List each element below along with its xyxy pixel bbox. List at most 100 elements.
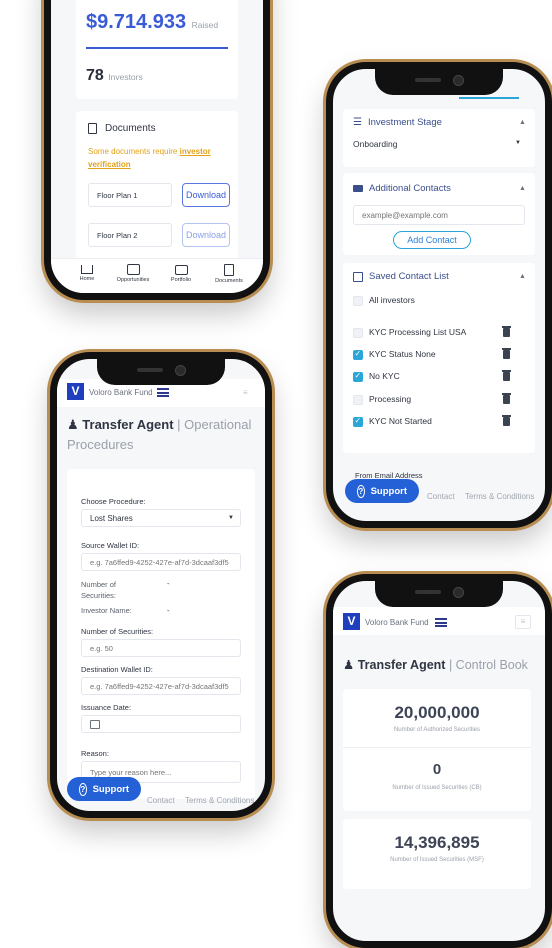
stat-value: 0 [432, 761, 442, 778]
nav-home-label: Home [79, 276, 95, 282]
stat-value: 14,396,895 [394, 833, 480, 852]
nav-portfolio[interactable]: Portfolio [163, 263, 199, 283]
procedure-form: Choose Procedure: Lost Shares ▼ Source W… [67, 469, 255, 799]
source-wallet-label: Source Wallet ID: [81, 541, 140, 550]
num-securities-readonly-value: - [167, 579, 170, 588]
bag-icon [126, 264, 140, 275]
stat-label: Number of Issued Securities (CB) [392, 785, 482, 791]
list-checkbox[interactable] [353, 296, 363, 306]
list-item-label: All investors [369, 295, 415, 305]
doc-name: Floor Plan 1 [88, 183, 172, 207]
nav-documents-label: Documents [215, 278, 243, 284]
stats-card: 20,000,000 Number of Authorized Securiti… [343, 689, 531, 811]
page-title: ♟ Transfer Agent | Operational Procedure… [67, 417, 252, 452]
list-item-label: No KYC [369, 371, 400, 381]
email-input[interactable] [353, 205, 525, 225]
add-contact-button[interactable]: Add Contact [393, 231, 471, 249]
calendar-icon [90, 719, 100, 729]
phone-notch [375, 581, 503, 607]
nav-portfolio-label: Portfolio [170, 277, 192, 283]
additional-contacts-title: Additional Contacts [353, 183, 451, 194]
nav-opportunities-label: Opportunities [116, 277, 150, 283]
support-button[interactable]: ? Support [345, 479, 419, 503]
investors-count: 78 Investors [86, 67, 143, 84]
stat-label: Number of Issued Securities (MSF) [390, 857, 484, 863]
raised-card: $9.714.933 Raised 78 Investors [76, 0, 238, 99]
documents-title-row: Documents [88, 123, 156, 134]
menu-toggle-icon[interactable]: ≡ [515, 615, 531, 629]
download-button[interactable]: Download [182, 183, 230, 207]
document-icon [224, 264, 234, 276]
verification-notice: Some documents require investor verifica… [88, 147, 211, 169]
list-checkbox[interactable] [353, 371, 363, 382]
saved-contact-list-title: Saved Contact List [353, 271, 449, 282]
document-icon [88, 123, 97, 134]
list-item-label: KYC Not Started [369, 416, 432, 426]
support-button[interactable]: ? Support [67, 777, 141, 801]
raised-amount: $9.714.933 Raised [86, 11, 219, 33]
phone-contact-lists: ☰ Investment Stage ▲ Onboarding ▼ Additi… [326, 62, 552, 528]
menu-toggle-icon[interactable]: ≡ [243, 388, 248, 397]
chevron-down-icon: ▼ [515, 140, 521, 146]
list-checkbox[interactable] [353, 349, 363, 360]
envelope-icon [353, 185, 363, 192]
list-checkbox[interactable] [353, 328, 363, 338]
list-checkbox[interactable] [353, 395, 363, 405]
stat-label: Number of Authorized Securities [393, 727, 481, 733]
raised-progress-bar [86, 47, 228, 49]
brand-logo: V [343, 613, 360, 630]
menu-icon[interactable] [157, 388, 169, 397]
doc-row: Floor Plan 1 Download [88, 183, 232, 207]
trash-icon[interactable] [502, 393, 511, 404]
chevron-up-icon[interactable]: ▲ [519, 273, 526, 280]
footer-contact-link[interactable]: Contact [427, 492, 455, 501]
issuance-date-label: Issuance Date: [81, 703, 132, 712]
source-wallet-input[interactable] [81, 553, 241, 571]
sliders-icon: ☰ [353, 117, 362, 128]
home-icon [81, 265, 93, 274]
menu-icon[interactable] [435, 618, 447, 627]
chevron-up-icon[interactable]: ▲ [519, 119, 526, 126]
wallet-icon [174, 265, 188, 275]
investor-name-value: - [167, 606, 170, 615]
divider [343, 747, 531, 748]
nav-documents[interactable]: Documents [211, 263, 247, 284]
stats-card: 14,396,895 Number of Issued Securities (… [343, 819, 531, 889]
trash-icon[interactable] [502, 326, 511, 337]
reason-label: Reason: [81, 749, 109, 758]
brand-name: Voloro Bank Fund [89, 388, 153, 397]
footer-terms-link[interactable]: Terms & Conditions [465, 492, 534, 501]
tab-underline [459, 97, 519, 99]
trash-icon[interactable] [502, 348, 511, 359]
page-title: ♟ Transfer Agent | Control Book [343, 658, 528, 672]
investors-label: Investors [108, 72, 143, 82]
top-bar: V Voloro Bank Fund ≡ [333, 607, 545, 635]
issuance-date-input[interactable] [81, 715, 241, 733]
documents-card: Documents Some documents require investo… [76, 111, 238, 259]
investment-stage-select[interactable]: Onboarding ▼ [353, 139, 525, 159]
download-button[interactable]: Download [182, 223, 230, 247]
num-securities-label: Number of Securities: [81, 627, 154, 636]
saved-contact-list-card: Saved Contact List ▲ All investors KYC P… [343, 263, 535, 453]
additional-contacts-card: Additional Contacts ▲ Add Contact [343, 173, 535, 255]
footer-contact-link[interactable]: Contact [147, 796, 175, 805]
num-securities-readonly-label: Number of Securities: [81, 580, 117, 600]
trash-icon[interactable] [502, 370, 511, 381]
trash-icon[interactable] [502, 415, 511, 426]
chevron-up-icon[interactable]: ▲ [519, 185, 526, 192]
procedure-select[interactable]: Lost Shares ▼ [81, 509, 241, 527]
raised-label: Raised [191, 20, 219, 30]
phone-notch [375, 69, 503, 95]
nav-opportunities[interactable]: Opportunities [113, 263, 153, 283]
num-securities-input[interactable] [81, 639, 241, 657]
nav-home[interactable]: Home [73, 263, 101, 282]
list-checkbox[interactable] [353, 416, 363, 427]
phone-operational-procedures: V Voloro Bank Fund ≡ ♟ Transfer Agent | … [50, 352, 272, 818]
list-item-label: KYC Processing List USA [369, 327, 467, 337]
destination-wallet-input[interactable] [81, 677, 241, 695]
doc-row: Floor Plan 2 Download [88, 223, 232, 247]
help-icon: ? [79, 782, 87, 796]
footer-terms-link[interactable]: Terms & Conditions [185, 796, 254, 805]
stat-value: 20,000,000 [394, 703, 480, 722]
chevron-down-icon: ▼ [228, 515, 234, 521]
